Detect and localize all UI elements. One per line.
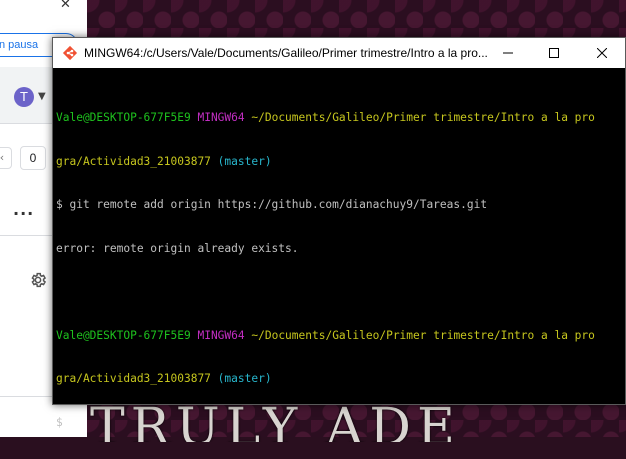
browser-close-icon[interactable]: ✕ — [60, 0, 80, 14]
prompt-path: ~/Documents/Galileo/Primer trimestre/Int… — [251, 111, 595, 124]
prompt-user-host: Vale@DESKTOP-677F5E9 — [56, 111, 191, 124]
maximize-button[interactable] — [531, 38, 577, 68]
previous-button[interactable]: ‹ — [0, 147, 12, 169]
prompt-path-continued: gra/Actividad3_21003877 — [56, 154, 211, 168]
prompt-line: Vale@DESKTOP-677F5E9 MINGW64 ~/Documents… — [56, 329, 624, 344]
avatar[interactable]: T — [14, 87, 34, 107]
prompt-line: Vale@DESKTOP-677F5E9 MINGW64 ~/Documents… — [56, 111, 624, 126]
minimize-icon — [503, 52, 513, 54]
more-options-icon[interactable]: ... — [13, 200, 34, 219]
close-icon — [597, 48, 607, 58]
terminal-output[interactable]: Vale@DESKTOP-677F5E9 MINGW64 ~/Documents… — [56, 82, 624, 429]
input-prompt[interactable]: $ — [56, 416, 624, 431]
error-output: error: remote origin already exists. — [56, 241, 299, 255]
close-button[interactable] — [579, 38, 625, 68]
prompt-line-continued: gra/Actividad3_21003877 (master) — [56, 372, 624, 387]
prompt-path-continued: gra/Actividad3_21003877 — [56, 372, 211, 385]
git-bash-icon — [62, 45, 78, 61]
prompt-branch: (master) — [217, 372, 272, 385]
mingw64-terminal-window[interactable]: MINGW64:/c/Users/Vale/Documents/Galileo/… — [52, 37, 626, 429]
prompt-line-continued: gra/Actividad3_21003877 (master) — [56, 155, 624, 170]
window-title: MINGW64:/c/Users/Vale/Documents/Galileo/… — [84, 46, 488, 60]
gear-icon[interactable] — [29, 271, 47, 289]
scrollbar[interactable] — [623, 68, 625, 404]
prompt-system: MINGW64 — [197, 111, 245, 124]
maximize-icon — [549, 48, 559, 58]
prompt-branch: (master) — [217, 154, 272, 168]
counter-badge: 0 — [20, 146, 46, 170]
prompt-path: ~/Documents/Galileo/Primer trimestre/Int… — [251, 328, 595, 342]
prompt-user-host: Vale@DESKTOP-677F5E9 — [56, 328, 191, 342]
minimize-button[interactable] — [485, 38, 531, 68]
prompt-system: MINGW64 — [197, 328, 245, 342]
chevron-down-icon[interactable]: ▼ — [38, 91, 46, 102]
window-titlebar[interactable]: MINGW64:/c/Users/Vale/Documents/Galileo/… — [53, 38, 625, 68]
command-line: $ git remote add origin https://github.c… — [56, 198, 488, 211]
